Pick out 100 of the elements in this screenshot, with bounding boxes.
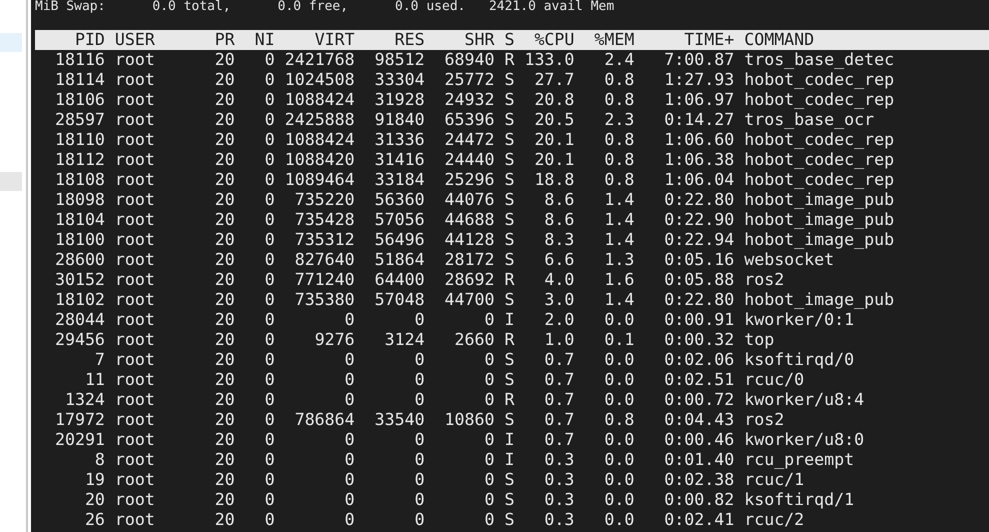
table-cell-text: 18104 xyxy=(54,210,105,230)
table-cell-text: R xyxy=(503,390,514,410)
table-cell-text: 44700 xyxy=(444,290,494,310)
table-cell-text: 0 xyxy=(414,470,425,490)
table-cell-text: 0.7 xyxy=(543,370,574,390)
column-header: USER xyxy=(114,30,156,50)
table-cell-text: hobot_image_pub xyxy=(743,190,896,210)
table-cell-text: 1:27.93 xyxy=(663,70,734,90)
table-cell-text: 24932 xyxy=(444,90,494,110)
table-cell-text: 0 xyxy=(264,450,275,470)
table-cell-text: 0.3 xyxy=(543,470,574,490)
table-cell-text: 0:02.41 xyxy=(663,510,734,530)
table-cell-text: 18102 xyxy=(54,290,105,310)
table-cell-text: 0 xyxy=(484,430,494,450)
table-cell-text: 0 xyxy=(264,170,275,190)
table-cell-text: root xyxy=(114,330,156,350)
table-cell-text: root xyxy=(114,210,156,230)
table-cell-text: 0.3 xyxy=(543,450,574,470)
table-cell-text: 0.0 xyxy=(603,490,634,510)
table-cell-text: S xyxy=(503,250,514,270)
table-cell-text: 0 xyxy=(264,330,275,350)
table-cell-text: 0 xyxy=(264,230,275,250)
table-cell-text: 20.1 xyxy=(533,130,574,150)
table-cell-text: 1088424 xyxy=(284,130,355,150)
table-cell-text: 0 xyxy=(264,150,275,170)
table-cell-text: 0 xyxy=(414,370,425,390)
table-cell-text: root xyxy=(114,410,156,430)
table-cell-text: root xyxy=(114,350,156,370)
table-cell-text: 11 xyxy=(84,370,105,390)
table-cell-text: S xyxy=(503,70,514,90)
table-cell-text: 0 xyxy=(484,390,494,410)
table-cell-text: 20 xyxy=(214,70,235,90)
table-cell-text: 735312 xyxy=(294,230,355,250)
table-cell-text: 0.0 xyxy=(603,450,634,470)
table-cell-text: rcu_preempt xyxy=(743,450,856,470)
table-cell-text: 1089464 xyxy=(284,170,355,190)
table-cell-text: 0 xyxy=(264,310,275,330)
table-cell-text: kworker/u8:0 xyxy=(743,430,866,450)
table-cell-text: S xyxy=(503,370,514,390)
table-cell-text: 29456 xyxy=(54,330,105,350)
table-cell-text: 3.0 xyxy=(543,290,574,310)
table-cell-text: 735428 xyxy=(294,210,355,230)
table-cell-text: tros_base_detec xyxy=(743,50,896,70)
table-cell-text: 0 xyxy=(344,450,355,470)
table-cell-text: tros_base_ocr xyxy=(743,110,876,130)
table-cell-text: 2425888 xyxy=(284,110,355,130)
table-cell-text: 1024508 xyxy=(284,70,355,90)
table-cell-text: ros2 xyxy=(743,410,786,430)
table-cell-text: 20 xyxy=(214,190,235,210)
table-cell-text: 0.3 xyxy=(543,490,574,510)
table-cell-text: S xyxy=(503,110,514,130)
table-cell-text: 0 xyxy=(264,90,275,110)
table-cell-text: 0 xyxy=(264,250,275,270)
table-cell-text: 18098 xyxy=(54,190,105,210)
table-cell-text: 0 xyxy=(264,270,275,290)
column-header: NI xyxy=(254,30,275,50)
table-cell-text: 0 xyxy=(264,70,275,90)
table-cell-text: root xyxy=(114,490,156,510)
table-cell-text: 17972 xyxy=(54,410,105,430)
table-cell-text: hobot_codec_rep xyxy=(743,70,896,90)
table-cell-text: 1:06.60 xyxy=(663,130,734,150)
swap-summary: MiB Swap: 0.0 total, 0.0 free, 0.0 used. 2421.0 avail Mem xyxy=(35,0,616,16)
table-cell-text: S xyxy=(503,410,514,430)
table-cell-text: R xyxy=(503,50,514,70)
table-cell-text: 1:06.38 xyxy=(663,150,734,170)
table-cell-text: 20 xyxy=(214,210,235,230)
table-cell-text: 0:22.94 xyxy=(663,230,734,250)
table-cell-text: 0 xyxy=(264,110,275,130)
table-cell-text: root xyxy=(114,470,156,490)
table-cell-text: 20.1 xyxy=(533,150,574,170)
table-cell-text: 8.6 xyxy=(543,190,574,210)
table-cell-text: root xyxy=(114,50,156,70)
table-cell-text: 0 xyxy=(264,50,275,70)
table-cell-text: 98512 xyxy=(374,50,425,70)
table-cell-text: 0:02.51 xyxy=(663,370,734,390)
table-cell-text: 0 xyxy=(484,470,494,490)
table-cell-text: 33540 xyxy=(374,410,425,430)
table-cell-text: rcuc/0 xyxy=(743,370,806,390)
table-cell-text: 0 xyxy=(264,390,275,410)
table-cell-text: 20 xyxy=(214,230,235,250)
table-cell-text: 0.7 xyxy=(543,390,574,410)
column-header: SHR xyxy=(464,30,494,50)
table-cell-text: 18114 xyxy=(54,70,105,90)
table-cell-text: 0.0 xyxy=(603,390,634,410)
table-cell-text: kworker/0:1 xyxy=(743,310,856,330)
table-cell-text: 0.8 xyxy=(603,70,634,90)
table-cell-text: 0 xyxy=(484,370,494,390)
table-cell-text: 0.8 xyxy=(603,90,634,110)
column-header: TIME+ xyxy=(683,30,734,50)
table-cell-text: root xyxy=(114,130,156,150)
table-cell-text: 0.3 xyxy=(543,510,574,530)
table-cell-text: 0.1 xyxy=(603,330,634,350)
table-cell-text: 1.4 xyxy=(603,290,634,310)
table-cell-text: 0 xyxy=(344,390,355,410)
table-cell-text: 0 xyxy=(484,510,494,530)
table-cell-text: 3124 xyxy=(384,330,425,350)
table-cell-text: 0 xyxy=(484,310,494,330)
table-cell-text: S xyxy=(503,150,514,170)
table-cell-text: 0 xyxy=(264,430,275,450)
table-cell-text: 8 xyxy=(94,450,105,470)
